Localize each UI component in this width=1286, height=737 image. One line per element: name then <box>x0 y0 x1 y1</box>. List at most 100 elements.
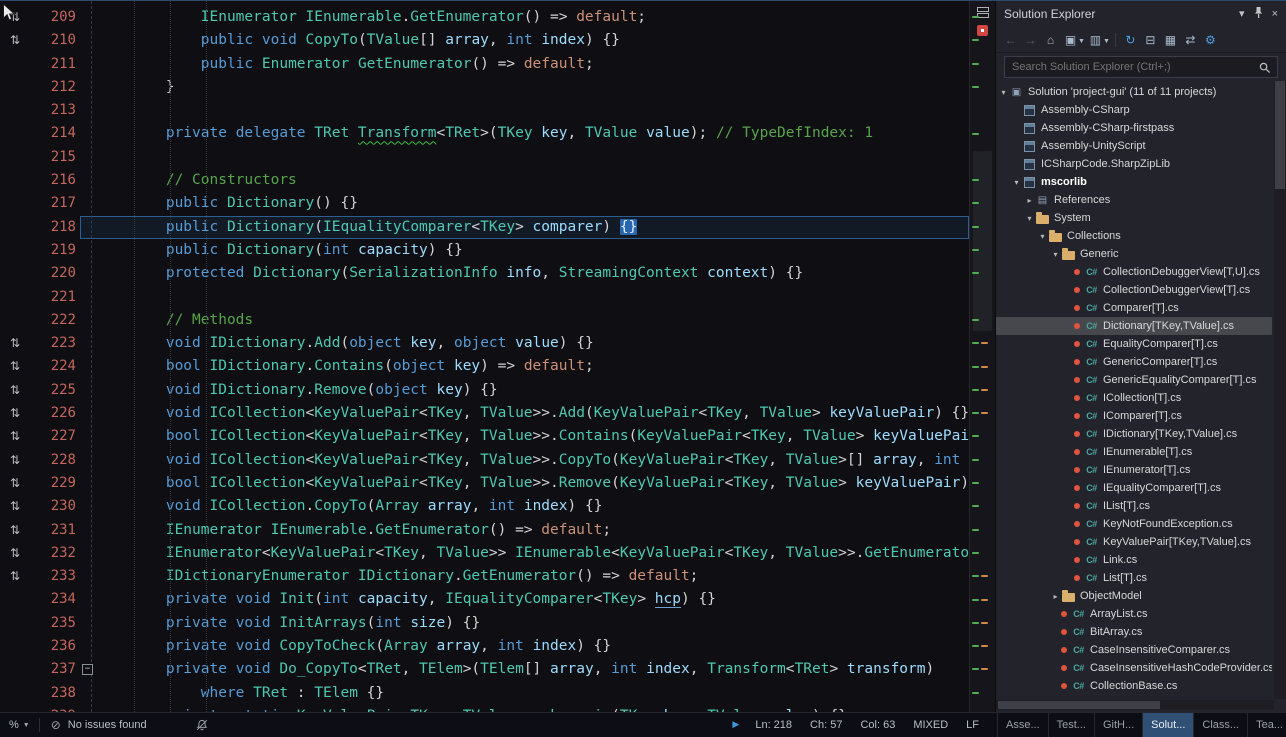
implements-interface-icon[interactable]: ⇅ <box>0 379 30 402</box>
expand-arrow-icon[interactable]: ▾ <box>1050 250 1061 259</box>
pin-icon[interactable] <box>1254 6 1263 22</box>
tree-item[interactable]: C#CollectionDebuggerView[T].cs <box>996 281 1272 299</box>
code-line[interactable]: 239 private static KeyValuePair<TKey, TV… <box>0 705 969 712</box>
line-number[interactable]: 214 <box>30 122 76 145</box>
search-input[interactable] <box>1004 56 1278 78</box>
dropdown-caret-icon[interactable]: ▼ <box>1078 38 1085 45</box>
line-number[interactable]: 215 <box>30 146 76 169</box>
code-line[interactable]: ⇅224 bool IDictionary.Contains(object ke… <box>0 355 969 378</box>
collapse-box-icon[interactable]: − <box>82 664 93 675</box>
line-number[interactable]: 224 <box>30 355 76 378</box>
properties-icon[interactable]: ⚙ <box>1201 30 1220 50</box>
fold-collapse-icon[interactable]: − <box>80 658 96 681</box>
tree-item[interactable]: C#IEqualityComparer[T].cs <box>996 479 1272 497</box>
code-line[interactable]: 218 public Dictionary(IEqualityComparer<… <box>0 216 969 239</box>
implements-interface-icon[interactable]: ⇅ <box>0 355 30 378</box>
line-number[interactable]: 212 <box>30 76 76 99</box>
line-number[interactable]: 235 <box>30 612 76 635</box>
code-line[interactable]: 217 public Dictionary() {} <box>0 192 969 215</box>
tree-item[interactable]: C#ICollection[T].cs <box>996 389 1272 407</box>
code-line[interactable]: 237− private void Do_CopyTo<TRet, TElem>… <box>0 658 969 681</box>
refresh-icon[interactable]: ↻ <box>1121 30 1140 50</box>
expand-arrow-icon[interactable]: ▾ <box>1024 214 1035 223</box>
code-line[interactable]: ⇅233 IDictionaryEnumerator IDictionary.G… <box>0 565 969 588</box>
eol-indicator[interactable]: LF <box>966 719 979 731</box>
line-number[interactable]: 239 <box>30 705 76 712</box>
tree-horizontal-scrollbar-thumb[interactable] <box>998 701 1160 709</box>
code-line[interactable]: 238 where TRet : TElem {} <box>0 682 969 705</box>
tree-item[interactable]: ▾System <box>996 209 1272 227</box>
tree-item[interactable]: Assembly-CSharp <box>996 101 1272 119</box>
search-icon[interactable] <box>1259 62 1271 74</box>
line-number[interactable]: 234 <box>30 588 76 611</box>
tree-item[interactable]: Assembly-UnityScript <box>996 137 1272 155</box>
code-line[interactable]: ⇅209 IEnumerator IEnumerable.GetEnumerat… <box>0 6 969 29</box>
code-line[interactable]: ⇅229 bool ICollection<KeyValuePair<TKey,… <box>0 472 969 495</box>
tree-item[interactable]: C#ArrayList.cs <box>996 605 1272 623</box>
zoom-select[interactable]: % ▼ <box>0 713 39 737</box>
tree-item[interactable]: C#IEnumerator[T].cs <box>996 461 1272 479</box>
code-line[interactable]: 212 } <box>0 76 969 99</box>
issues-status[interactable]: ⊘ No issues found <box>40 713 219 737</box>
sync-with-active-document-icon[interactable]: ⇄ <box>1181 30 1200 50</box>
tree-item[interactable]: C#Comparer[T].cs <box>996 299 1272 317</box>
tree-item[interactable]: C#EqualityComparer[T].cs <box>996 335 1272 353</box>
editor-scrollbar-annotations[interactable] <box>969 1 995 712</box>
code-line[interactable]: 215 <box>0 146 969 169</box>
code-line[interactable]: 236 private void CopyToCheck(Array array… <box>0 635 969 658</box>
line-number[interactable]: 221 <box>30 286 76 309</box>
home-icon[interactable]: ⌂ <box>1041 30 1060 50</box>
window-position-icon[interactable]: ▾ <box>1239 9 1245 20</box>
code-line[interactable]: ⇅225 void IDictionary.Remove(object key)… <box>0 379 969 402</box>
tree-item[interactable]: ICSharpCode.SharpZipLib <box>996 155 1272 173</box>
code-line[interactable]: 220 protected Dictionary(SerializationIn… <box>0 262 969 285</box>
implements-interface-icon[interactable]: ⇅ <box>0 542 30 565</box>
line-number[interactable]: 218 <box>30 216 76 239</box>
code-line[interactable]: ⇅226 void ICollection<KeyValuePair<TKey,… <box>0 402 969 425</box>
tree-item[interactable]: C#CaseInsensitiveComparer.cs <box>996 641 1272 659</box>
dropdown-caret-icon[interactable]: ▼ <box>1103 38 1110 45</box>
line-number[interactable]: 216 <box>30 169 76 192</box>
tree-item[interactable]: C#List[T].cs <box>996 569 1272 587</box>
implements-interface-icon[interactable]: ⇅ <box>0 29 30 52</box>
line-number[interactable]: 228 <box>30 449 76 472</box>
line-number[interactable]: 223 <box>30 332 76 355</box>
close-icon[interactable]: × <box>1272 9 1278 20</box>
code-line[interactable]: 235 private void InitArrays(int size) {} <box>0 612 969 635</box>
encoding-indicator[interactable]: MIXED <box>913 719 948 731</box>
line-number[interactable]: 229 <box>30 472 76 495</box>
tree-item[interactable]: ▾mscorlib <box>996 173 1272 191</box>
implements-interface-icon[interactable]: ⇅ <box>0 472 30 495</box>
line-number[interactable]: 217 <box>30 192 76 215</box>
implements-interface-icon[interactable]: ⇅ <box>0 6 30 29</box>
implements-interface-icon[interactable]: ⇅ <box>0 519 30 542</box>
line-indicator[interactable]: Ln: 218 <box>755 719 792 731</box>
tool-window-tab[interactable]: Asse... <box>998 713 1049 737</box>
tool-window-tab[interactable]: GitH... <box>1095 713 1143 737</box>
implements-interface-icon[interactable]: ⇅ <box>0 449 30 472</box>
code-editor[interactable]: ⇅209 IEnumerator IEnumerable.GetEnumerat… <box>0 1 995 712</box>
code-line[interactable]: ⇅227 bool ICollection<KeyValuePair<TKey,… <box>0 425 969 448</box>
line-number[interactable]: 226 <box>30 402 76 425</box>
tool-window-tab[interactable]: Tea... <box>1248 713 1286 737</box>
expand-arrow-icon[interactable]: ▾ <box>1037 232 1048 241</box>
implements-interface-icon[interactable]: ⇅ <box>0 332 30 355</box>
implements-interface-icon[interactable]: ⇅ <box>0 402 30 425</box>
tree-item[interactable]: ▾Generic <box>996 245 1272 263</box>
tree-item[interactable]: C#IEnumerable[T].cs <box>996 443 1272 461</box>
line-number[interactable]: 213 <box>30 99 76 122</box>
line-number[interactable]: 225 <box>30 379 76 402</box>
tree-item[interactable]: C#CollectionBase.cs <box>996 677 1272 695</box>
expand-arrow-icon[interactable]: ▾ <box>998 88 1009 97</box>
code-line[interactable]: ⇅231 IEnumerator IEnumerable.GetEnumerat… <box>0 519 969 542</box>
tree-item[interactable]: C#IList[T].cs <box>996 497 1272 515</box>
tree-item[interactable]: C#CollectionDebuggerView[T,U].cs <box>996 263 1272 281</box>
tree-vertical-scrollbar-thumb[interactable] <box>1275 81 1285 189</box>
collapse-all-icon[interactable]: ⊟ <box>1141 30 1160 50</box>
line-number[interactable]: 233 <box>30 565 76 588</box>
code-line[interactable]: 216 // Constructors <box>0 169 969 192</box>
tree-item[interactable]: Assembly-CSharp-firstpass <box>996 119 1272 137</box>
line-number[interactable]: 232 <box>30 542 76 565</box>
implements-interface-icon[interactable]: ⇅ <box>0 495 30 518</box>
tree-item[interactable]: ▾▣Solution 'project-gui' (11 of 11 proje… <box>996 83 1272 101</box>
